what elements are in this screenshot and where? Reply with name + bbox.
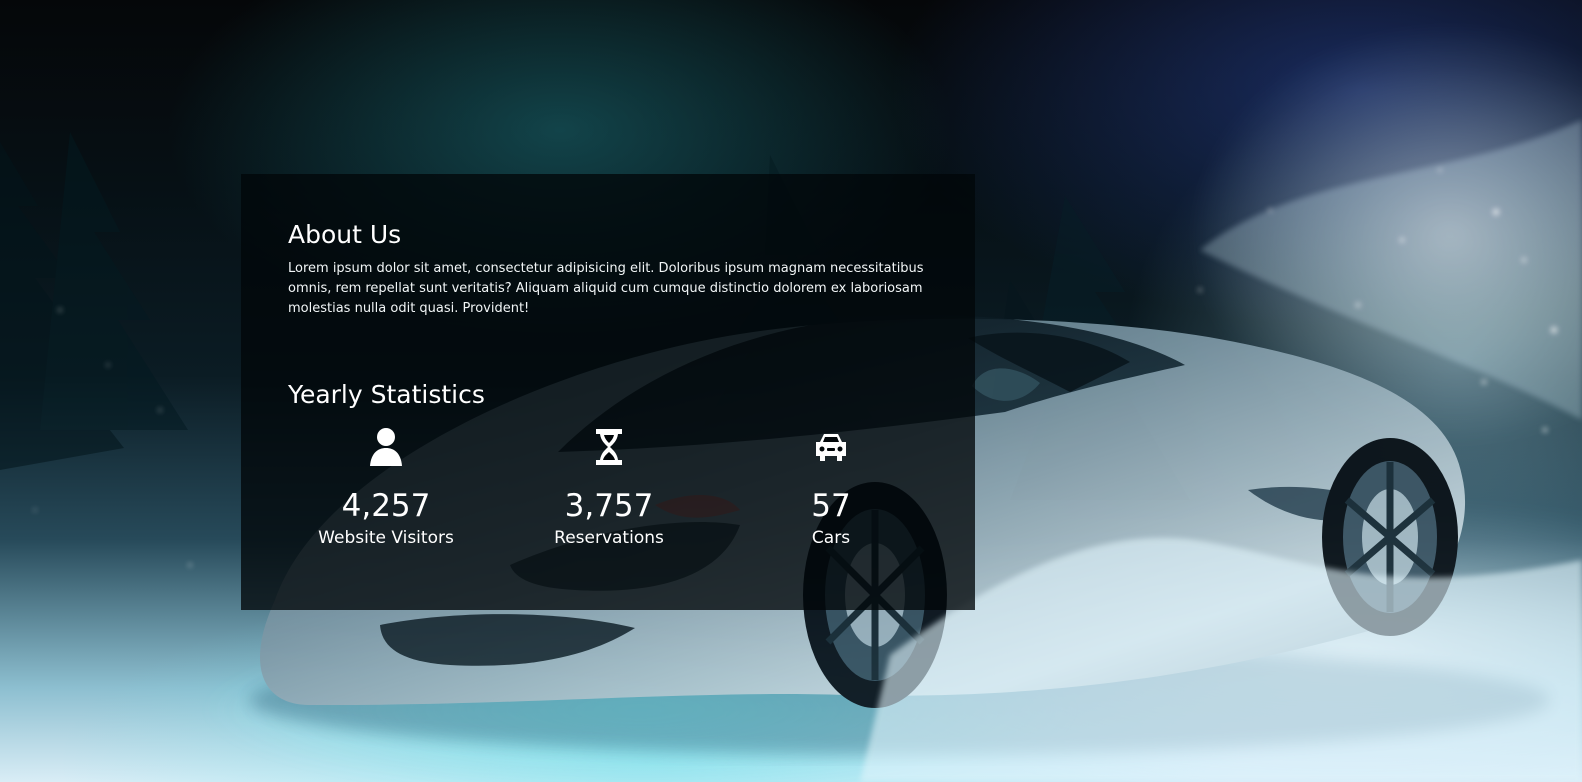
reservations-value: 3,757 xyxy=(564,488,654,524)
car-icon xyxy=(816,434,846,461)
hero-section: About Us Lorem ipsum dolor sit amet, con… xyxy=(0,0,1582,782)
cars-value: 57 xyxy=(811,488,851,524)
cars-stat: 57 Cars xyxy=(736,427,926,567)
website-visitors-label: Website Visitors xyxy=(318,528,454,548)
website-visitors-value: 4,257 xyxy=(341,488,431,524)
about-statistics-panel: About Us Lorem ipsum dolor sit amet, con… xyxy=(241,174,975,610)
hourglass-icon xyxy=(596,429,622,465)
user-icon xyxy=(370,428,402,466)
yearly-statistics-title: Yearly Statistics xyxy=(288,380,485,409)
reservations-stat: 3,757 Reservations xyxy=(514,427,704,567)
cars-label: Cars xyxy=(811,528,851,548)
about-description: Lorem ipsum dolor sit amet, consectetur … xyxy=(288,261,924,316)
website-visitors-stat: 4,257 Website Visitors xyxy=(291,427,481,567)
reservations-label: Reservations xyxy=(554,528,664,548)
about-title: About Us xyxy=(288,220,402,249)
